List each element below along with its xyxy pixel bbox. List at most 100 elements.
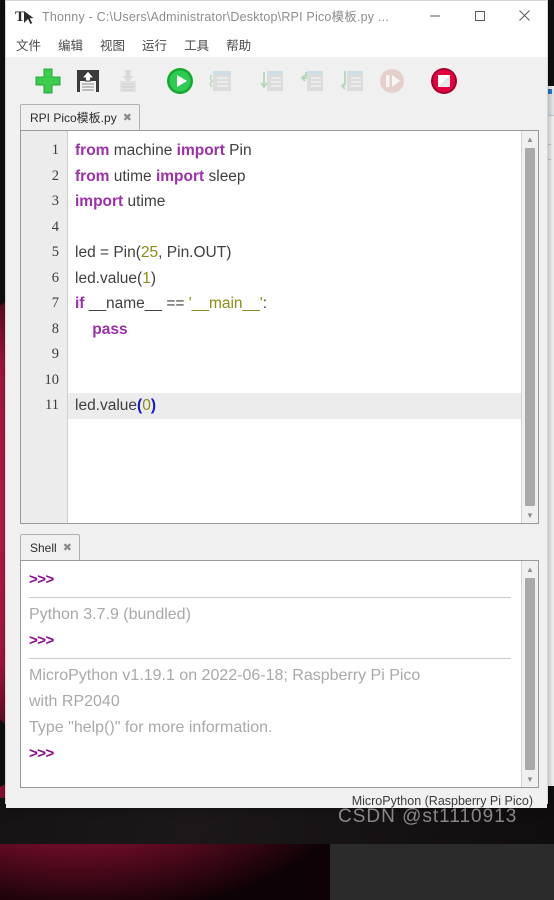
line-number: 1 [51,142,59,158]
shell-scroll-thumb[interactable] [525,578,535,770]
shell-output-area[interactable]: >>> Python 3.7.9 (bundled) >>> MicroPython … [21,561,521,787]
editor-tabstrip: RPI Pico模板.py ✖ [20,104,539,130]
shell-notebook: Shell ✖ >>> Python 3.7.9 (bundled) >>> Micr… [20,534,539,788]
shell-prompt: >>> [29,745,54,762]
scroll-up-icon[interactable]: ▲ [522,561,538,577]
thonny-main-window: T Thonny - C:\Users\Administrator\Deskto… [5,0,548,808]
editor-notebook: RPI Pico模板.py ✖ 1 2 3 4 5 6 7 8 9 10 11 from machi… [20,104,539,524]
stop-icon[interactable] [424,61,464,101]
code-line[interactable] [68,215,521,241]
scroll-down-icon[interactable]: ▼ [522,507,538,523]
code-token: '__main__' [188,295,263,312]
code-token: machine [109,142,177,159]
thonny-icon: T [15,7,35,25]
code-token: utime [109,167,156,185]
code-line[interactable]: led.value(0) [68,393,521,419]
shell-separator [29,597,511,598]
code-token: led.value [75,397,138,414]
resume-icon [372,61,412,101]
code-token: utime [123,193,166,210]
line-number: 9 [51,346,59,362]
code-token: import [155,167,205,185]
menu-edit[interactable]: 编辑 [58,35,83,54]
interpreter-status[interactable]: MicroPython (Raspberry Pi Pico) [352,794,533,808]
code-line[interactable]: pass [68,317,521,343]
code-line[interactable]: if __name__ == '__main__': [68,291,521,317]
shell-output-line: Python 3.7.9 (bundled) [29,606,191,623]
step-into-icon [292,61,332,101]
line-number: 5 [51,244,59,260]
code-line[interactable]: from utime import sleep [68,164,521,190]
line-number-gutter: 1 2 3 4 5 6 7 8 9 10 11 [21,131,68,523]
toolbar [6,57,547,104]
window-title: Thonny - C:\Users\Administrator\Desktop\… [42,10,389,24]
line-number: 7 [51,295,59,311]
shell-output-line: with RP2040 [29,693,120,710]
line-number: 10 [44,371,60,388]
shell-scroll-track[interactable] [522,577,538,771]
code-line[interactable]: from machine import Pin [68,138,521,164]
close-icon[interactable]: ✖ [63,541,72,554]
save-file-icon[interactable] [68,61,108,101]
editor-tab-label: RPI Pico模板.py [30,111,117,125]
code-token: from [75,167,110,185]
svg-text:T: T [15,9,25,25]
line-number: 2 [51,167,59,184]
editor-scroll-track[interactable] [522,147,538,507]
shell-console[interactable]: >>> Python 3.7.9 (bundled) >>> MicroPython … [20,560,539,788]
line-number: 3 [51,193,59,209]
editor-tab-rpi-pico[interactable]: RPI Pico模板.py ✖ [20,104,140,130]
code-token: pass [92,320,128,338]
code-token: , Pin.OUT) [158,244,232,261]
close-button[interactable] [502,1,547,30]
scroll-up-icon[interactable]: ▲ [522,131,538,147]
step-over-icon [252,61,292,101]
scroll-down-icon[interactable]: ▼ [522,771,538,787]
shell-tabstrip: Shell ✖ [20,534,539,560]
line-number: 6 [51,269,59,286]
editor-scroll-thumb[interactable] [525,148,535,506]
window-controls [412,1,547,30]
editor-scrollbar[interactable]: ▲ ▼ [521,131,538,523]
code-token: import [176,142,225,159]
shell-scrollbar[interactable]: ▲ ▼ [521,561,538,787]
new-file-icon[interactable] [28,61,68,101]
maximize-button[interactable] [457,1,502,30]
code-line[interactable] [68,342,521,368]
code-token: ) [150,397,157,414]
minimize-button[interactable] [412,1,457,30]
line-number: 8 [51,320,59,337]
close-icon[interactable]: ✖ [123,111,132,124]
load-file-icon [108,61,148,101]
code-line[interactable]: led = Pin(25, Pin.OUT) [68,240,521,266]
menu-view[interactable]: 视图 [100,35,125,54]
line-number: 11 [45,397,59,413]
code-token: from [75,142,110,159]
shell-separator [29,658,511,659]
code-line[interactable]: led.value(1) [68,266,521,292]
code-token: 25 [140,244,159,261]
code-line[interactable] [68,368,521,394]
code-token: ) [150,269,157,287]
shell-prompt: >>> [29,571,54,588]
menu-tools[interactable]: 工具 [184,35,209,54]
shell-tab-label: Shell [30,540,57,555]
code-line[interactable]: import utime [68,189,521,215]
menubar: 文件 编辑 视图 运行 工具 帮助 [6,31,547,57]
code-editor[interactable]: 1 2 3 4 5 6 7 8 9 10 11 from machine import Pin fro… [20,130,539,524]
code-token: Pin [224,142,252,159]
menu-file[interactable]: 文件 [16,35,41,54]
debug-icon [200,61,240,101]
window-titlebar[interactable]: T Thonny - C:\Users\Administrator\Deskto… [6,1,547,31]
menu-help[interactable]: 帮助 [226,35,251,54]
code-token: led.value( [75,269,143,287]
shell-tab[interactable]: Shell ✖ [20,534,80,560]
line-number: 4 [51,218,59,235]
code-text-area[interactable]: from machine import Pin from utime import… [68,131,521,523]
step-out-icon [332,61,372,101]
run-icon[interactable] [160,61,200,101]
shell-output-line: MicroPython v1.19.1 on 2022-06-18; Raspb… [29,667,421,684]
statusbar: MicroPython (Raspberry Pi Pico) [6,788,547,808]
menu-run[interactable]: 运行 [142,35,167,54]
